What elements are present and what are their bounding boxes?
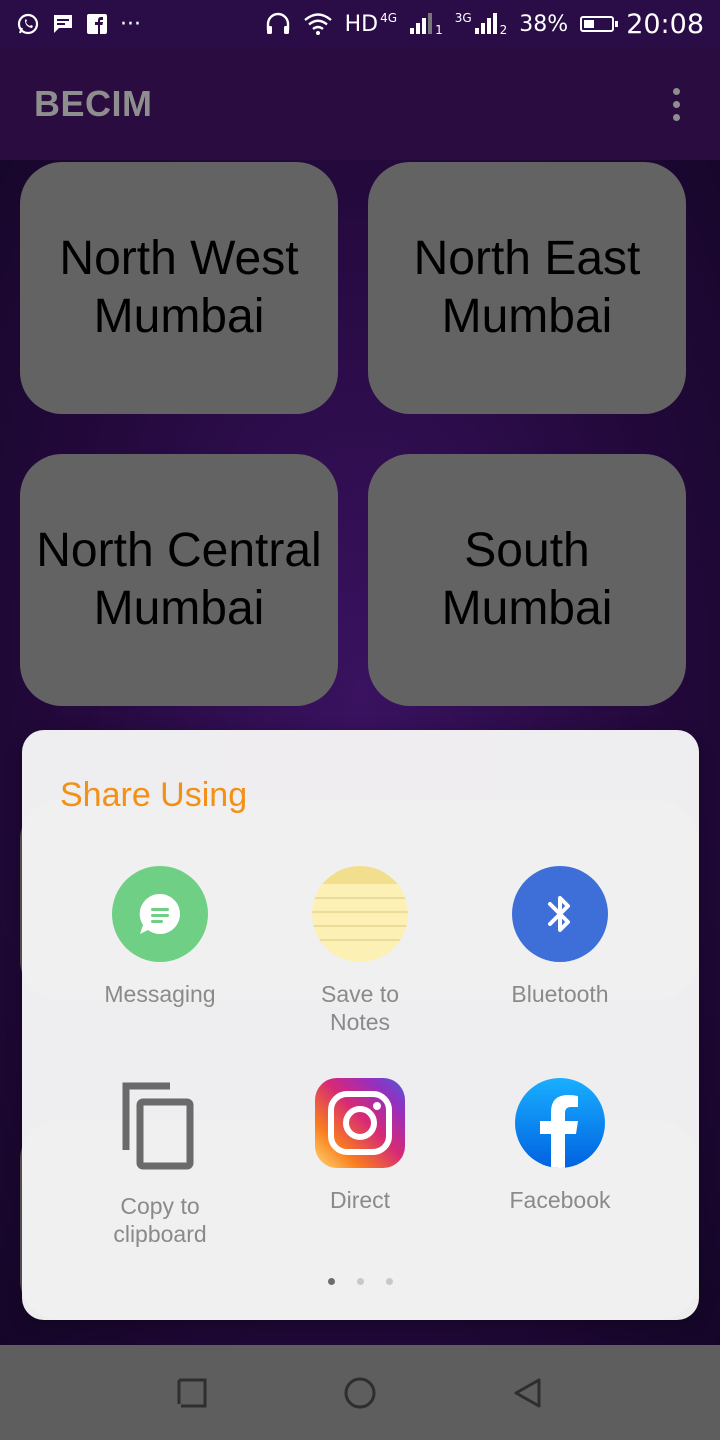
share-dialog-title: Share Using <box>60 776 248 814</box>
share-option-label: Facebook <box>509 1187 611 1213</box>
share-option-direct[interactable]: Direct <box>260 1078 460 1214</box>
home-button[interactable] <box>335 1368 385 1418</box>
app-title: BECIM <box>34 83 153 124</box>
recents-icon <box>177 1378 207 1407</box>
battery-percent: 38% <box>519 11 569 37</box>
share-option-label: Save to Notes <box>321 981 399 1035</box>
wifi-icon <box>303 12 333 36</box>
threeg-label: 3G <box>454 11 472 25</box>
home-icon <box>344 1377 376 1408</box>
page-dot[interactable] <box>386 1278 393 1285</box>
share-option-messaging[interactable]: Messaging <box>60 866 260 1008</box>
share-option-facebook[interactable]: Facebook <box>460 1078 660 1214</box>
sim2-label: 2 <box>499 23 508 37</box>
whatsapp-icon <box>16 12 40 36</box>
back-button[interactable] <box>503 1368 553 1418</box>
tile-label: South Mumbai <box>441 524 613 635</box>
tile-label: North Central Mumbai <box>36 524 322 635</box>
more-notifications-icon: ··· <box>120 11 141 37</box>
app-bar: BECIM <box>0 48 720 160</box>
share-option-label: Copy to clipboard <box>113 1193 207 1247</box>
overflow-menu-icon[interactable] <box>667 82 686 127</box>
share-option-save-to-notes[interactable]: Save to Notes <box>260 866 460 1036</box>
share-option-label: Direct <box>329 1187 391 1213</box>
tile-label: North West Mumbai <box>59 232 299 343</box>
message-icon <box>52 13 74 35</box>
clock: 20:08 <box>626 8 704 40</box>
signal-sim2-icon <box>474 13 498 35</box>
tile-north-central-mumbai[interactable]: North Central Mumbai <box>20 454 338 706</box>
messaging-icon <box>112 866 208 962</box>
battery-fill <box>584 20 595 28</box>
headphones-icon <box>265 12 291 36</box>
page-dot[interactable] <box>357 1278 364 1285</box>
back-icon <box>514 1378 541 1407</box>
page-dot-active[interactable] <box>328 1278 335 1285</box>
share-option-copy-to-clipboard[interactable]: Copy to clipboard <box>60 1078 260 1248</box>
share-option-bluetooth[interactable]: Bluetooth <box>460 866 660 1008</box>
battery-icon <box>580 16 619 32</box>
hd-label: HD <box>344 11 379 37</box>
share-option-label: Messaging <box>104 981 216 1007</box>
sim1-label: 1 <box>435 23 443 37</box>
status-right: HD 4G 1 3G 2 38% 20:08 <box>265 9 704 40</box>
status-bar: ··· HD 4G 1 3G 2 38% 20:08 <box>0 0 720 48</box>
notes-icon <box>312 866 408 962</box>
share-dialog: Share Using Messaging Save to Notes Blue… <box>22 730 699 1320</box>
page-indicator <box>22 1278 699 1285</box>
tile-label: North East Mumbai <box>413 232 641 343</box>
bluetooth-icon <box>512 866 608 962</box>
share-option-label: Bluetooth <box>511 981 609 1007</box>
tile-north-west-mumbai[interactable]: North West Mumbai <box>20 162 338 414</box>
status-left: ··· <box>16 12 141 37</box>
copy-icon <box>112 1078 208 1174</box>
facebook-icon <box>515 1078 605 1168</box>
facebook-small-icon <box>86 13 108 35</box>
tile-north-east-mumbai[interactable]: North East Mumbai <box>368 162 686 414</box>
tile-south-mumbai[interactable]: South Mumbai <box>368 454 686 706</box>
navigation-bar <box>0 1345 720 1440</box>
instagram-icon <box>315 1078 405 1168</box>
lte-label: 4G <box>380 11 398 25</box>
signal-sim1-icon <box>409 13 433 35</box>
recents-button[interactable] <box>167 1368 217 1418</box>
